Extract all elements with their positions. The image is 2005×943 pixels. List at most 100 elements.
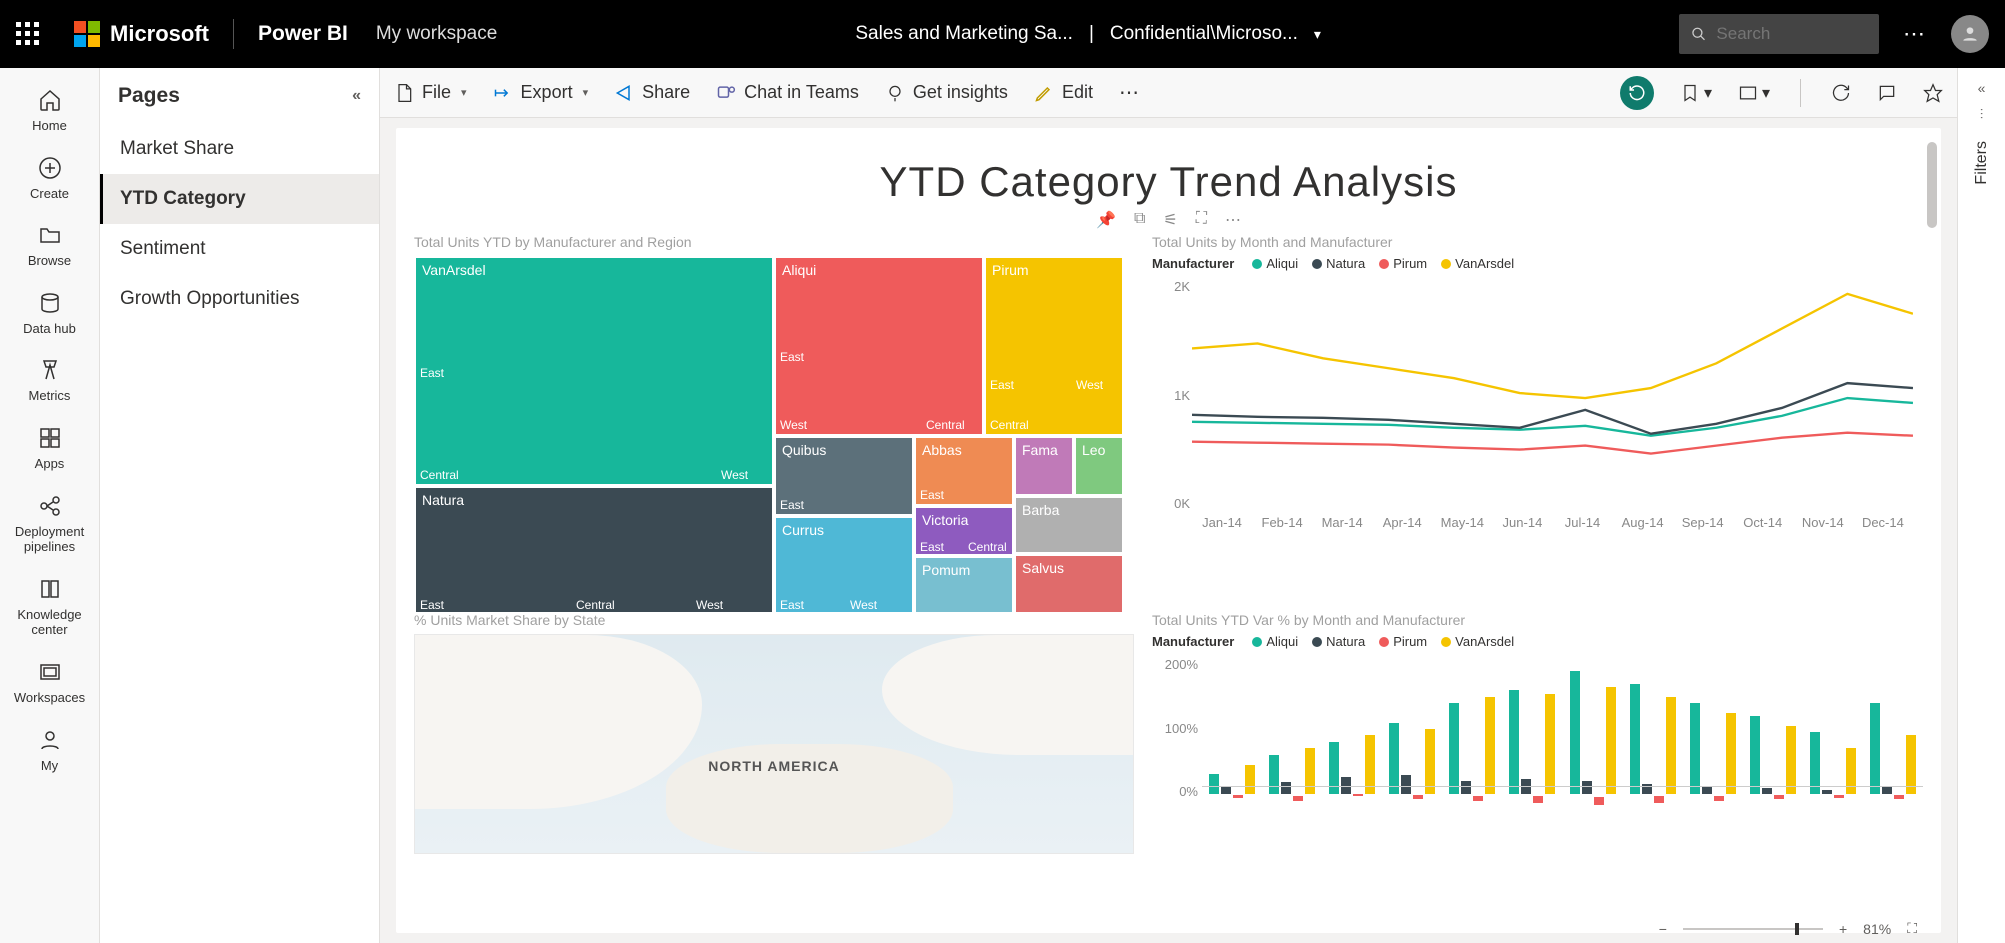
filters-pane-collapsed: « ⫶ Filters [1957, 68, 2005, 943]
report-title: YTD Category Trend Analysis [414, 158, 1923, 206]
command-bar: File▾ Export▾ Share Chat in Teams Get in… [380, 68, 1957, 118]
legend-item[interactable]: VanArsdel [1441, 634, 1514, 649]
zoom-control: − + 81% ⛶ [1659, 920, 1917, 937]
search-icon [1691, 25, 1706, 43]
zoom-out-icon[interactable]: − [1659, 921, 1667, 937]
page-sentiment[interactable]: Sentiment [100, 224, 379, 274]
microsoft-logo: Microsoft [74, 21, 209, 47]
bar-title: Total Units YTD Var % by Month and Manuf… [1152, 612, 1923, 628]
nav-apps[interactable]: Apps [0, 416, 99, 482]
zoom-slider[interactable] [1683, 928, 1823, 930]
legend-item[interactable]: Aliqui [1252, 634, 1298, 649]
refresh-icon[interactable] [1831, 83, 1851, 103]
pin-icon[interactable]: 📌 [1096, 210, 1116, 230]
reset-button[interactable] [1620, 76, 1654, 110]
nav-datahub[interactable]: Data hub [0, 281, 99, 347]
user-avatar[interactable] [1951, 15, 1989, 53]
edit-button[interactable]: Edit [1034, 82, 1093, 103]
treemap-cell[interactable]: Barba [1014, 496, 1124, 554]
nav-create[interactable]: Create [0, 146, 99, 212]
more-options-icon[interactable]: ⋯ [1903, 21, 1927, 47]
treemap-cell[interactable]: Salvus [1014, 554, 1124, 614]
treemap-cell[interactable]: NaturaEastCentralWest [414, 486, 774, 614]
chevron-down-icon[interactable]: ▾ [1314, 26, 1321, 43]
treemap-cell[interactable]: VictoriaEastCentral [914, 506, 1014, 556]
legend-item[interactable]: Aliqui [1252, 256, 1298, 271]
product-name[interactable]: Power BI [258, 22, 348, 46]
separator: | [1089, 23, 1094, 45]
filter-icon[interactable]: ⚟ [1163, 210, 1177, 230]
page-ytd-category[interactable]: YTD Category [100, 174, 379, 224]
favorite-icon[interactable] [1923, 83, 1943, 103]
visual-header-icons: 📌 ⧉ ⚟ ⛶ ⋯ [414, 210, 1923, 230]
view-menu[interactable]: ▾ [1738, 83, 1770, 103]
nav-knowledge[interactable]: Knowledge center [0, 567, 99, 648]
treemap-cell[interactable]: QuibusEast [774, 436, 914, 516]
more-icon[interactable]: ⋯ [1225, 210, 1241, 230]
bar-chart-visual[interactable]: Total Units YTD Var % by Month and Manuf… [1152, 612, 1923, 909]
chat-teams-button[interactable]: Chat in Teams [716, 82, 859, 103]
treemap-cell[interactable]: PirumEastWestCentral [984, 256, 1124, 436]
map-title: % Units Market Share by State [414, 612, 1134, 628]
global-header: Microsoft Power BI My workspace Sales an… [0, 0, 2005, 68]
nav-browse[interactable]: Browse [0, 213, 99, 279]
legend-item[interactable]: Pirum [1379, 634, 1427, 649]
treemap-cell[interactable]: AliquiEastWestCentral [774, 256, 984, 436]
nav-home[interactable]: Home [0, 78, 99, 144]
legend-item[interactable]: Natura [1312, 634, 1365, 649]
pages-pane: Pages « Market Share YTD Category Sentim… [100, 68, 380, 943]
share-button[interactable]: Share [614, 82, 690, 103]
treemap-cell[interactable]: Pomum [914, 556, 1014, 614]
line-title: Total Units by Month and Manufacturer [1152, 234, 1923, 250]
search-box[interactable] [1679, 14, 1879, 54]
filters-toggle-icon[interactable]: ⫶ [1980, 106, 1984, 123]
nav-workspaces[interactable]: Workspaces [0, 650, 99, 716]
treemap-visual[interactable]: Total Units YTD by Manufacturer and Regi… [414, 234, 1134, 594]
focus-icon[interactable]: ⛶ [1196, 210, 1207, 230]
app-launcher-icon[interactable] [16, 22, 40, 46]
map-visual[interactable]: % Units Market Share by State NORTH AMER… [414, 612, 1134, 909]
microsoft-text: Microsoft [110, 21, 209, 47]
pages-heading: Pages [118, 84, 180, 108]
treemap-cell[interactable]: AbbasEast [914, 436, 1014, 506]
scrollbar[interactable] [1927, 142, 1937, 228]
legend-item[interactable]: Natura [1312, 256, 1365, 271]
treemap-cell[interactable]: CurrusEastWest [774, 516, 914, 614]
filters-label[interactable]: Filters [1973, 141, 1991, 185]
fit-page-icon[interactable]: ⛶ [1907, 920, 1917, 937]
treemap-cell[interactable]: Leo [1074, 436, 1124, 496]
page-market-share[interactable]: Market Share [100, 124, 379, 174]
legend-item[interactable]: VanArsdel [1441, 256, 1514, 271]
report-name[interactable]: Sales and Marketing Sa... [855, 23, 1073, 45]
nav-metrics[interactable]: Metrics [0, 348, 99, 414]
treemap-cell[interactable]: Fama [1014, 436, 1074, 496]
map-continent-label: NORTH AMERICA [708, 758, 839, 774]
collapse-pane-icon[interactable]: « [352, 87, 361, 105]
nav-my[interactable]: My [0, 718, 99, 784]
divider [233, 19, 234, 49]
more-menu[interactable]: ⋯ [1119, 80, 1139, 105]
header-center: Sales and Marketing Sa... | Confidential… [521, 23, 1655, 45]
line-chart-visual[interactable]: Total Units by Month and Manufacturer Ma… [1152, 234, 1923, 594]
comment-icon[interactable] [1877, 83, 1897, 103]
page-growth-opportunities[interactable]: Growth Opportunities [100, 274, 379, 324]
report-canvas[interactable]: YTD Category Trend Analysis 📌 ⧉ ⚟ ⛶ ⋯ To… [396, 128, 1941, 933]
chevron-down-icon: ▾ [583, 86, 589, 99]
expand-filters-icon[interactable]: « [1978, 80, 1986, 96]
export-menu[interactable]: Export▾ [493, 82, 589, 103]
legend-item[interactable]: Pirum [1379, 256, 1427, 271]
bookmark-menu[interactable]: ▾ [1680, 83, 1712, 103]
main-area: File▾ Export▾ Share Chat in Teams Get in… [380, 68, 1957, 943]
nav-pipelines[interactable]: Deployment pipelines [0, 484, 99, 565]
nav-rail: Home Create Browse Data hub Metrics Apps… [0, 68, 100, 943]
search-input[interactable] [1716, 24, 1867, 44]
zoom-in-icon[interactable]: + [1839, 921, 1847, 937]
treemap-cell[interactable]: VanArsdelEastCentralWest [414, 256, 774, 486]
get-insights-button[interactable]: Get insights [885, 82, 1008, 103]
treemap-title: Total Units YTD by Manufacturer and Regi… [414, 234, 1134, 250]
file-menu[interactable]: File▾ [394, 82, 467, 103]
sensitivity-label[interactable]: Confidential\Microso... [1110, 23, 1298, 45]
zoom-value: 81% [1863, 921, 1891, 937]
copy-icon[interactable]: ⧉ [1134, 210, 1145, 230]
workspace-breadcrumb[interactable]: My workspace [376, 23, 497, 45]
